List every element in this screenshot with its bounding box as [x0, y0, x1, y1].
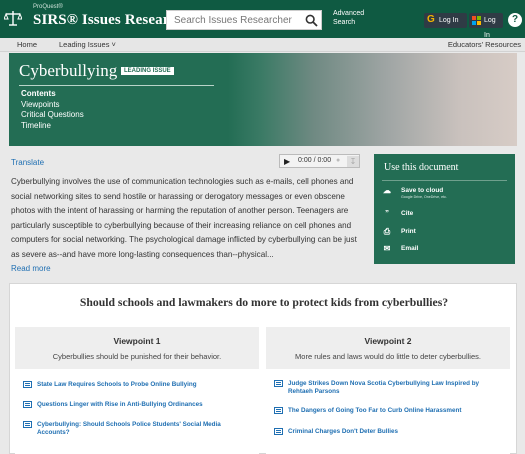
hero-divider: [19, 85, 214, 86]
microsoft-icon: [472, 16, 481, 25]
viewpoint-2-link-title[interactable]: Criminal Charges Don't Deter Bullies: [288, 428, 498, 436]
player-time: 0:00 / 0:00: [298, 157, 332, 164]
viewpoint-2-title: Viewpoint 2: [364, 336, 412, 346]
advanced-search-link[interactable]: Advanced Search: [333, 9, 373, 27]
save-to-cloud-sub: Google Drive, OneDrive, etc.: [401, 195, 447, 199]
document-icon: [274, 380, 283, 387]
google-login-button[interactable]: G Log In: [424, 13, 467, 28]
viewpoint-2-summary: More rules and laws would do little to d…: [295, 352, 481, 361]
viewpoint-1-link-title[interactable]: State Law Requires Schools to Probe Onli…: [37, 381, 247, 389]
brand-proquest: ProQuest®: [33, 4, 63, 10]
google-icon: G: [427, 14, 435, 25]
viewpoint-1-link-title[interactable]: Questions Linger with Rise in Anti-Bully…: [37, 401, 247, 409]
menu-timeline[interactable]: Timeline: [21, 121, 84, 132]
print-label: Print: [401, 228, 416, 235]
document-icon: [274, 407, 283, 414]
leading-issue-badge: LEADING ISSUE: [121, 67, 174, 75]
email-icon: ✉: [383, 244, 391, 253]
search-input[interactable]: [166, 10, 302, 30]
print-icon: ⎙: [383, 227, 391, 236]
viewpoint-2-link-title[interactable]: The Dangers of Going Too Far to Curb Onl…: [288, 407, 498, 415]
viewpoint-2-column: Viewpoint 2 More rules and laws would do…: [266, 327, 510, 454]
play-icon[interactable]: ▶: [284, 157, 290, 166]
cloud-upload-icon: ☁: [383, 186, 391, 195]
document-icon: [23, 381, 32, 388]
audio-player: ▶ 0:00 / 0:00 ● ↧: [279, 154, 360, 168]
nav-home[interactable]: Home: [17, 40, 37, 49]
volume-icon[interactable]: ●: [336, 157, 340, 164]
viewpoint-1-column: Viewpoint 1 Cyberbullies should be punis…: [15, 327, 259, 454]
document-icon: [23, 421, 32, 428]
viewpoint-1-link-title[interactable]: Cyberbullying: Should Schools Police Stu…: [37, 421, 247, 437]
use-document-title: Use this document: [384, 162, 459, 173]
menu-viewpoints[interactable]: Viewpoints: [21, 100, 84, 111]
viewpoint-2-link-title[interactable]: Judge Strikes Down Nova Scotia Cyberbull…: [288, 380, 498, 396]
menu-contents[interactable]: Contents: [21, 89, 84, 100]
viewpoint-1-summary: Cyberbullies should be punished for thei…: [52, 352, 222, 361]
nav-bar: Home Leading Issues ˅ Educators' Resourc…: [0, 38, 525, 52]
email-label: Email: [401, 245, 419, 252]
hero-menu: Contents Viewpoints Critical Questions T…: [21, 89, 84, 131]
viewpoint-2-header: Viewpoint 2 More rules and laws would do…: [266, 327, 510, 369]
use-document-divider: [382, 180, 507, 181]
download-icon[interactable]: ↧: [347, 156, 359, 167]
viewpoints-panel: Should schools and lawmakers do more to …: [9, 283, 517, 454]
viewpoint-1-header: Viewpoint 1 Cyberbullies should be punis…: [15, 327, 259, 369]
microsoft-login-button[interactable]: Log In: [469, 13, 503, 39]
read-more-link[interactable]: Read more: [11, 264, 51, 273]
quote-icon: ”: [385, 209, 389, 218]
search-icon: [305, 14, 318, 27]
translate-link[interactable]: Translate: [11, 158, 44, 167]
google-login-label: Log In: [439, 17, 459, 24]
top-bar: ProQuest® SIRS® Issues Researcher Advanc…: [0, 0, 525, 39]
nav-leading-issues[interactable]: Leading Issues ˅: [59, 40, 116, 49]
document-icon: [23, 401, 32, 408]
save-to-cloud-label: Save to cloud: [401, 187, 444, 194]
viewpoints-question: Should schools and lawmakers do more to …: [79, 296, 449, 309]
document-icon: [274, 428, 283, 435]
help-icon[interactable]: ?: [508, 13, 522, 27]
hero-photo: [228, 53, 517, 146]
search-button[interactable]: [302, 10, 322, 30]
article-summary: Cyberbullying involves the use of commun…: [11, 177, 357, 259]
nav-educators-resources[interactable]: Educators' Resources: [448, 40, 521, 49]
page-title: Cyberbullying: [19, 61, 118, 80]
microsoft-login-label: Log In: [484, 17, 496, 39]
menu-critical-questions[interactable]: Critical Questions: [21, 110, 84, 121]
scales-logo-icon[interactable]: [4, 9, 22, 27]
hero-banner: Cyberbullying LEADING ISSUE Contents Vie…: [9, 53, 517, 146]
cite-label: Cite: [401, 210, 414, 217]
viewpoint-1-title: Viewpoint 1: [113, 336, 161, 346]
use-document-panel: Use this document ☁ Save to cloud Google…: [374, 154, 515, 264]
